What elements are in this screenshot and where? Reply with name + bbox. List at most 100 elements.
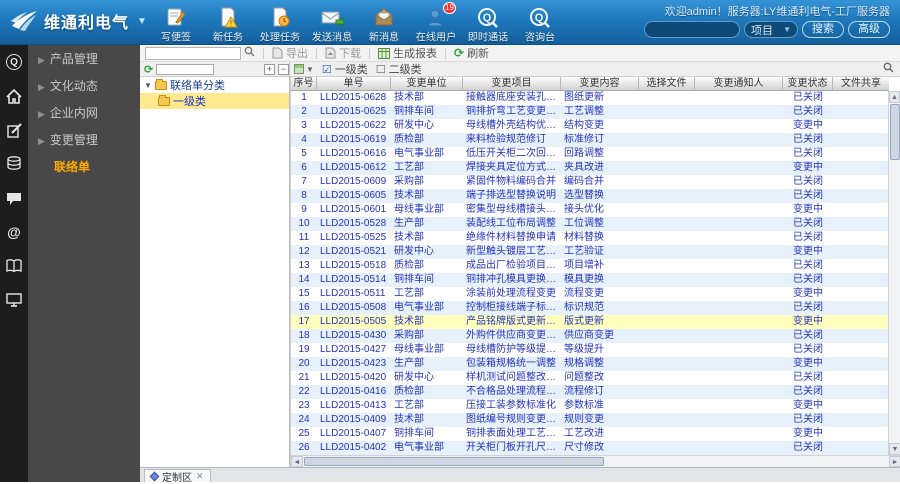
cell-project[interactable]: 装配线工位布局调整	[463, 217, 561, 231]
table-row[interactable]: 19LLD2015-0427母线事业部母线槽防护等级提升方案…等级提升 已关闭	[291, 343, 900, 357]
cell-content[interactable]: 流程修订	[561, 385, 639, 399]
monitor-icon[interactable]	[0, 283, 28, 317]
cell-content[interactable]: 项目增补	[561, 259, 639, 273]
cell-dept[interactable]: 生产部	[391, 217, 463, 231]
cell-status[interactable]: 已关闭	[783, 133, 833, 147]
cell-dept[interactable]: 技术部	[391, 315, 463, 329]
cell-status[interactable]: 已关闭	[783, 91, 833, 105]
table-row[interactable]: 4 LLD2015-0619 质检部 来料检验规范修订 标准修订 已关闭	[291, 133, 900, 147]
cell-no[interactable]: 25	[291, 427, 317, 441]
cell-no[interactable]: 17	[291, 315, 317, 329]
cell-content[interactable]: 回路调整	[561, 147, 639, 161]
cell-project[interactable]: 不合格品处理流程修订	[463, 385, 561, 399]
cell-content[interactable]: 标识规范	[561, 301, 639, 315]
cell-content[interactable]: 夹具改进	[561, 161, 639, 175]
table-row[interactable]: 26LLD2015-0402电气事业部开关柜门板开孔尺寸修改尺寸修改 已关闭	[291, 441, 900, 455]
cell-status[interactable]: 变更中	[783, 203, 833, 217]
cell-project[interactable]: 母线槽防护等级提升方案…	[463, 343, 561, 357]
cell-project[interactable]: 端子排选型替换说明	[463, 189, 561, 203]
cell-status[interactable]: 变更中	[783, 119, 833, 133]
cell-code[interactable]: LLD2015-0420	[317, 371, 391, 385]
app-logo[interactable]: 维通利电气 ▼	[10, 9, 147, 33]
cell-code[interactable]: LLD2015-0518	[317, 259, 391, 273]
column-header-dept[interactable]: 变更单位	[391, 77, 463, 91]
cell-no[interactable]: 15	[291, 287, 317, 301]
table-row[interactable]: 24 LLD2015-0409 技术部 图纸编号规则变更说明 规则变更 已关闭	[291, 413, 900, 427]
cell-status[interactable]: 变更中	[783, 161, 833, 175]
cell-code[interactable]: LLD2015-0505	[317, 315, 391, 329]
cell-code[interactable]: LLD2015-0427	[317, 343, 391, 357]
cell-status[interactable]: 已关闭	[783, 231, 833, 245]
online-users-button[interactable]: 19 在线用户	[410, 2, 462, 45]
cell-no[interactable]: 5	[291, 147, 317, 161]
instant-call-button[interactable]: Q 即时通话	[462, 2, 514, 45]
write-note-button[interactable]: 写便签	[150, 2, 202, 45]
cell-status[interactable]: 变更中	[783, 245, 833, 259]
cell-content[interactable]: 工艺验证	[561, 245, 639, 259]
global-search-input[interactable]	[644, 21, 740, 38]
cell-dept[interactable]: 质检部	[391, 259, 463, 273]
cell-no[interactable]: 26	[291, 441, 317, 455]
cell-no[interactable]: 4	[291, 133, 317, 147]
cell-project[interactable]: 涂装前处理流程变更	[463, 287, 561, 301]
cell-dept[interactable]: 质检部	[391, 133, 463, 147]
vertical-scrollbar[interactable]: ▲ ▼	[888, 91, 900, 455]
search-icon[interactable]	[244, 46, 255, 60]
cell-status[interactable]: 已关闭	[783, 147, 833, 161]
table-row[interactable]: 20 LLD2015-0423 生产部 包装箱规格统一调整 规格调整 变更中	[291, 357, 900, 371]
cell-no[interactable]: 14	[291, 273, 317, 287]
cell-status[interactable]: 已关闭	[783, 385, 833, 399]
cell-project[interactable]: 紧固件物料编码合并	[463, 175, 561, 189]
cell-content[interactable]: 规则变更	[561, 413, 639, 427]
bottom-tab-custom-area[interactable]: 定制区 ✕	[144, 469, 211, 484]
sidebar-item-intranet[interactable]: ▶ 企业内网	[28, 99, 140, 126]
table-row[interactable]: 13 LLD2015-0518 质检部 成品出厂检验项目增补 项目增补 已关闭	[291, 259, 900, 273]
cell-dept[interactable]: 技术部	[391, 413, 463, 427]
table-row[interactable]: 1LLD2015-0628技术部接触器底座安装孔位调整图纸更新 已关闭	[291, 91, 900, 105]
column-header-code[interactable]: 单号	[317, 77, 391, 91]
cell-project[interactable]: 成品出厂检验项目增补	[463, 259, 561, 273]
cell-status[interactable]: 变更中	[783, 399, 833, 413]
cell-project[interactable]: 压接工装参数标准化	[463, 399, 561, 413]
table-row[interactable]: 6 LLD2015-0612 工艺部 焊接夹具定位方式改进 夹具改进 变更中	[291, 161, 900, 175]
horizontal-scrollbar[interactable]: ◄ ►	[291, 455, 900, 467]
scroll-right-arrow[interactable]: ►	[889, 456, 900, 467]
close-icon[interactable]: ✕	[196, 471, 204, 482]
export-button[interactable]: 导出	[272, 45, 308, 61]
column-header-file[interactable]: 选择文件	[639, 77, 695, 91]
table-row[interactable]: 14 LLD2015-0514 铜排车间 铜排冲孔模具更换通知 模具更换 已关闭	[291, 273, 900, 287]
table-row[interactable]: 25 LLD2015-0407 铜排车间 铜排表面处理工艺改进 工艺改进 变更中	[291, 427, 900, 441]
cell-project[interactable]: 密集型母线槽接头优化	[463, 203, 561, 217]
cell-project[interactable]: 绝缘件材料替换申请	[463, 231, 561, 245]
cell-content[interactable]: 工艺调整	[561, 105, 639, 119]
cell-project[interactable]: 图纸编号规则变更说明	[463, 413, 561, 427]
tree-collapse-arrow-icon[interactable]: ▼	[144, 81, 152, 90]
cell-dept[interactable]: 研发中心	[391, 371, 463, 385]
table-row[interactable]: 17 LLD2015-0505 技术部 产品铭牌版式更新通知 版式更新 变更中	[291, 315, 900, 329]
cell-no[interactable]: 8	[291, 189, 317, 203]
cell-no[interactable]: 24	[291, 413, 317, 427]
cell-dept[interactable]: 铜排车间	[391, 273, 463, 287]
column-header-share[interactable]: 文件共享	[833, 77, 889, 91]
cell-project[interactable]: 样机测试问题整改清单	[463, 371, 561, 385]
cell-content[interactable]: 标准修订	[561, 133, 639, 147]
cell-status[interactable]: 已关闭	[783, 441, 833, 455]
filter-level1-checkbox[interactable]: ☑ 一级类	[322, 61, 368, 77]
scroll-down-arrow[interactable]: ▼	[889, 443, 900, 455]
quick-search-input[interactable]	[145, 46, 241, 60]
cell-content[interactable]: 流程变更	[561, 287, 639, 301]
cell-code[interactable]: LLD2015-0402	[317, 441, 391, 455]
table-row[interactable]: 15 LLD2015-0511 工艺部 涂装前处理流程变更 流程变更 变更中	[291, 287, 900, 301]
search-category-select[interactable]: 项目 ▼	[744, 21, 798, 38]
cell-content[interactable]: 参数标准	[561, 399, 639, 413]
table-row[interactable]: 7 LLD2015-0609 采购部 紧固件物料编码合并 编码合并 已关闭	[291, 175, 900, 189]
cell-dept[interactable]: 工艺部	[391, 161, 463, 175]
sidebar-item-change-mgmt[interactable]: ▶ 变更管理	[28, 126, 140, 153]
new-task-button[interactable]: ! 新任务	[202, 2, 254, 45]
cell-project[interactable]: 铜排折弯工艺变更通知	[463, 105, 561, 119]
table-row[interactable]: 11 LLD2015-0525 技术部 绝缘件材料替换申请 材料替换 已关闭	[291, 231, 900, 245]
cell-status[interactable]: 变更中	[783, 427, 833, 441]
refresh-button[interactable]: ⟳ 刷新	[454, 45, 489, 61]
advanced-search-button[interactable]: 高级	[848, 21, 890, 38]
sidebar-item-product-mgmt[interactable]: ▶ 产品管理	[28, 45, 140, 72]
